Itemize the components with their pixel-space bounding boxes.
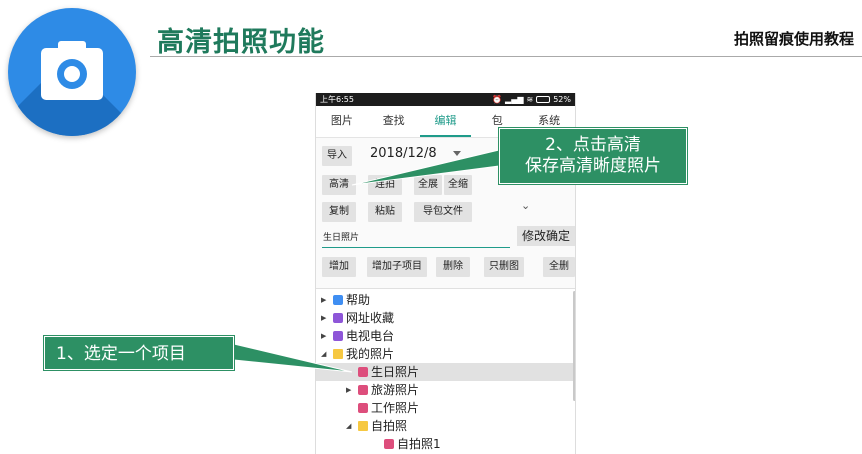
callout-step-2: 2、点击高清 保存高清晰度照片 [499, 128, 687, 184]
callout-1-pointer [233, 343, 353, 373]
tutorial-slide: 高清拍照功能 拍照留痕使用教程 上午6:55 ⏰ ▂▄▆ ≋ 52% 图片 查找… [0, 0, 862, 454]
callout-leaders [233, 149, 500, 373]
callout-2-pointer [351, 149, 500, 186]
callout-step-1: 1、选定一个项目 [44, 336, 234, 370]
